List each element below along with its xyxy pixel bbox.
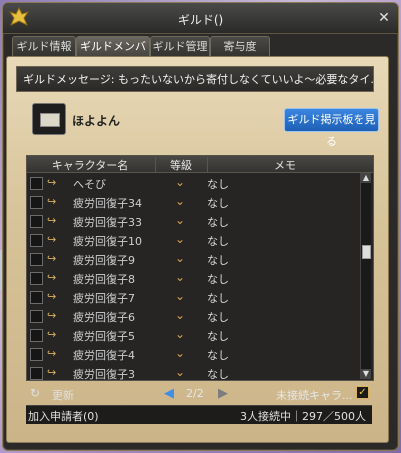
character-name: 疲労回復子6 xyxy=(73,311,135,324)
character-name: 疲労回復子7 xyxy=(73,292,135,305)
table-controls: ↻ 更新 ◀ 2/2 ▶ 未接続キャラ... ✓ xyxy=(26,383,372,403)
scroll-thumb[interactable] xyxy=(362,245,371,259)
status-footer: 加入申請者(0) 3人接続中｜297／500人 xyxy=(26,405,372,424)
grade-dropdown-icon[interactable]: ⌄ xyxy=(173,175,187,189)
offline-chars-checkbox[interactable]: ✓ xyxy=(356,386,369,399)
table-row[interactable]: ↪ 疲労回復子10 ⌄ なし xyxy=(27,231,361,250)
member-memo: なし xyxy=(207,330,229,343)
tab-contribution[interactable]: 寄与度 xyxy=(210,36,270,56)
member-arrow-icon: ↪ xyxy=(47,176,57,189)
member-arrow-icon: ↪ xyxy=(47,366,57,379)
offline-chars-label: 未接続キャラ... xyxy=(276,389,353,402)
member-arrow-icon: ↪ xyxy=(47,271,57,284)
row-checkbox[interactable] xyxy=(30,253,43,266)
character-name: へそび xyxy=(73,178,106,191)
grade-dropdown-icon[interactable]: ⌄ xyxy=(173,270,187,284)
table-row[interactable]: ↪ 疲労回復子33 ⌄ なし xyxy=(27,212,361,231)
member-arrow-icon: ↪ xyxy=(47,195,57,208)
table-row[interactable]: ↪ 疲労回復子9 ⌄ なし xyxy=(27,250,361,269)
window-title: ギルド() xyxy=(177,13,224,27)
row-checkbox[interactable] xyxy=(30,348,43,361)
member-memo: なし xyxy=(207,254,229,267)
member-memo: なし xyxy=(207,311,229,324)
tab-guild-manage[interactable]: ギルド管理 xyxy=(150,36,210,56)
member-table: キャラクター名 等級 メモ ↪ へそび ⌄ なし ↪ 疲労回復子34 ⌄ なし ↪ 疲労回復子33… xyxy=(26,155,374,381)
title-bar[interactable]: ギルド() ✕ xyxy=(3,3,398,34)
member-memo: なし xyxy=(207,235,229,248)
grade-dropdown-icon[interactable]: ⌄ xyxy=(173,251,187,265)
applicants-count[interactable]: 加入申請者(0) xyxy=(28,408,99,424)
row-checkbox[interactable] xyxy=(30,272,43,285)
character-name: 疲労回復子33 xyxy=(73,216,142,229)
next-page-icon[interactable]: ▶ xyxy=(218,386,228,401)
header-character[interactable]: キャラクター名 xyxy=(27,157,153,173)
row-checkbox[interactable] xyxy=(30,215,43,228)
grade-dropdown-icon[interactable]: ⌄ xyxy=(173,346,187,360)
grade-dropdown-icon[interactable]: ⌄ xyxy=(173,308,187,322)
guild-board-button[interactable]: ギルド掲示板を見る xyxy=(284,108,379,148)
grade-dropdown-icon[interactable]: ⌄ xyxy=(173,213,187,227)
table-row[interactable]: ↪ へそび ⌄ なし xyxy=(27,174,361,193)
refresh-button[interactable]: 更新 xyxy=(52,387,74,403)
table-row[interactable]: ↪ 疲労回復子3 ⌄ なし xyxy=(27,364,361,383)
scrollbar[interactable]: ▲ ▼ xyxy=(360,173,371,379)
member-arrow-icon: ↪ xyxy=(47,233,57,246)
member-memo: なし xyxy=(207,197,229,210)
header-grade[interactable]: 等級 xyxy=(155,157,206,173)
tab-guild-info[interactable]: ギルド情報 xyxy=(12,36,76,56)
row-checkbox[interactable] xyxy=(30,234,43,247)
header-memo[interactable]: メモ xyxy=(207,157,362,173)
member-memo: なし xyxy=(207,349,229,362)
row-checkbox[interactable] xyxy=(30,291,43,304)
table-row[interactable]: ↪ 疲労回復子5 ⌄ なし xyxy=(27,326,361,345)
member-arrow-icon: ↪ xyxy=(47,309,57,322)
guild-message: ギルドメッセージ: もったいないから寄付しなくていいよ〜必要なタイ... xyxy=(16,66,374,92)
scroll-down-icon[interactable]: ▼ xyxy=(361,369,371,379)
row-checkbox[interactable] xyxy=(30,367,43,380)
tab-guild-members[interactable]: ギルドメンバー xyxy=(76,36,150,72)
member-memo: なし xyxy=(207,273,229,286)
member-arrow-icon: ↪ xyxy=(47,214,57,227)
online-count: 3人接続中｜297／500人 xyxy=(240,410,366,423)
table-row[interactable]: ↪ 疲労回復子6 ⌄ なし xyxy=(27,307,361,326)
prev-page-icon[interactable]: ◀ xyxy=(164,386,174,401)
member-arrow-icon: ↪ xyxy=(47,347,57,360)
member-memo: なし xyxy=(207,368,229,381)
close-icon[interactable]: ✕ xyxy=(376,10,392,26)
character-name: 疲労回復子4 xyxy=(73,349,135,362)
table-header: キャラクター名 等級 メモ xyxy=(27,156,373,173)
character-name: 疲労回復子9 xyxy=(73,254,135,267)
refresh-icon[interactable]: ↻ xyxy=(30,386,40,400)
member-memo: なし xyxy=(207,178,229,191)
character-name: 疲労回復子8 xyxy=(73,273,135,286)
grade-dropdown-icon[interactable]: ⌄ xyxy=(173,194,187,208)
table-row[interactable]: ↪ 疲労回復子4 ⌄ なし xyxy=(27,345,361,364)
character-name: 疲労回復子10 xyxy=(73,235,142,248)
grade-dropdown-icon[interactable]: ⌄ xyxy=(173,327,187,341)
member-memo: なし xyxy=(207,216,229,229)
member-memo: なし xyxy=(207,292,229,305)
member-arrow-icon: ↪ xyxy=(47,252,57,265)
scroll-up-icon[interactable]: ▲ xyxy=(361,173,371,183)
table-row[interactable]: ↪ 疲労回復子34 ⌄ なし xyxy=(27,193,361,212)
grade-dropdown-icon[interactable]: ⌄ xyxy=(173,289,187,303)
table-row[interactable]: ↪ 疲労回復子7 ⌄ なし xyxy=(27,288,361,307)
row-checkbox[interactable] xyxy=(30,310,43,323)
table-row[interactable]: ↪ 疲労回復子8 ⌄ なし xyxy=(27,269,361,288)
grade-dropdown-icon[interactable]: ⌄ xyxy=(173,365,187,379)
character-name: 疲労回復子3 xyxy=(73,368,135,381)
grade-dropdown-icon[interactable]: ⌄ xyxy=(173,232,187,246)
row-checkbox[interactable] xyxy=(30,177,43,190)
member-arrow-icon: ↪ xyxy=(47,328,57,341)
guild-mark-icon xyxy=(32,103,66,135)
member-arrow-icon: ↪ xyxy=(47,290,57,303)
row-checkbox[interactable] xyxy=(30,329,43,342)
character-name: 疲労回復子5 xyxy=(73,330,135,343)
guild-name: ほよよん xyxy=(72,114,121,128)
row-checkbox[interactable] xyxy=(30,196,43,209)
character-name: 疲労回復子34 xyxy=(73,197,142,210)
page-indicator: 2/2 xyxy=(186,387,204,400)
